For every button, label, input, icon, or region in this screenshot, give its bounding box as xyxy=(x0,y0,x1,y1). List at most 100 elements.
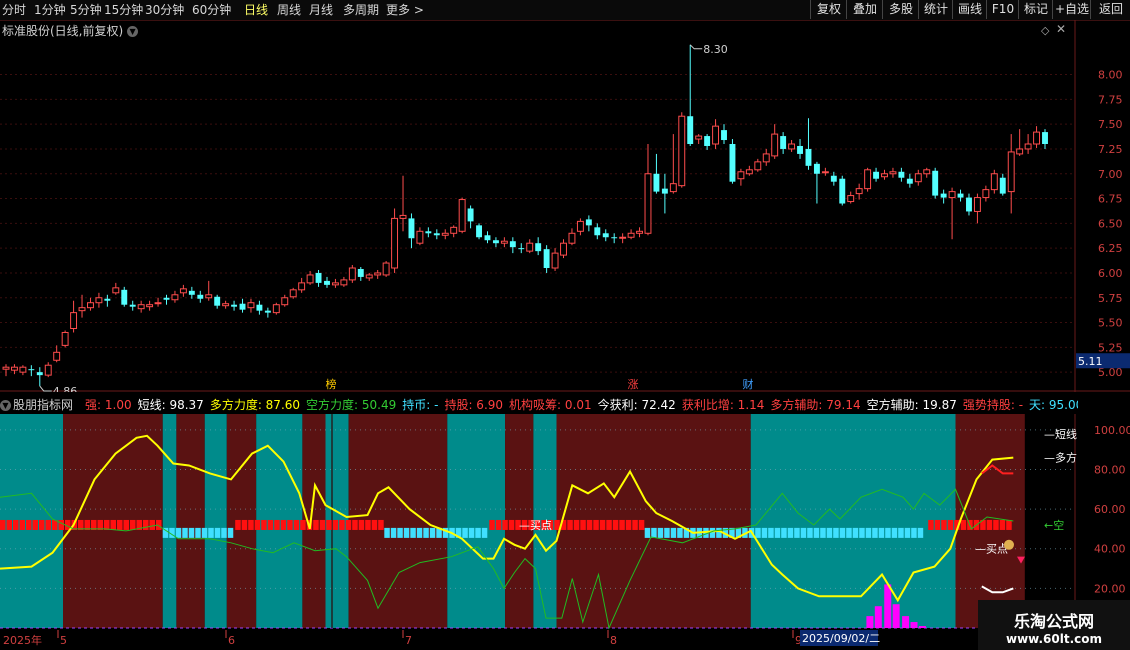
period-tab-1[interactable]: 1分钟 xyxy=(34,0,66,20)
candle-body xyxy=(348,267,356,281)
period-tab-2[interactable]: 5分钟 xyxy=(70,0,102,20)
period-tab-0[interactable]: 分时 xyxy=(2,0,26,20)
signal-block-red xyxy=(508,519,515,530)
candle-body xyxy=(560,242,567,256)
candle-body xyxy=(669,183,677,193)
signal-block-red xyxy=(267,519,274,530)
candle-body xyxy=(973,197,981,212)
indicator-item-11: 强势持股: - xyxy=(962,398,1024,412)
candle-body xyxy=(154,302,162,305)
signal-block-red xyxy=(625,519,632,530)
signal-block-cyan xyxy=(761,527,768,538)
period-tab-7[interactable]: 周线 xyxy=(277,0,301,20)
toolbar-button-5[interactable]: F10 xyxy=(986,0,1019,19)
candle-body xyxy=(966,197,972,212)
brand-line1: 乐淘公式网 xyxy=(1013,612,1094,631)
candle-body xyxy=(712,125,720,145)
signal-block-red xyxy=(13,519,19,530)
period-tab-8[interactable]: 月线 xyxy=(309,0,333,20)
period-tab-4[interactable]: 30分钟 xyxy=(145,0,184,20)
signal-block-cyan xyxy=(774,527,781,538)
candle-body xyxy=(197,294,204,299)
toolbar-button-1[interactable]: 叠加 xyxy=(846,0,883,19)
indicator-item-2: 多方力度: 87.60 xyxy=(209,398,301,412)
signal-block-red xyxy=(358,519,365,530)
indicator-toggle-icon[interactable]: ▼ xyxy=(0,400,11,411)
candle-body xyxy=(44,364,52,376)
candle-body xyxy=(425,231,432,234)
candle-body xyxy=(104,298,111,301)
signal-block-red xyxy=(612,519,619,530)
signal-block-cyan xyxy=(852,527,859,538)
indicator-item-8: 获利比增: 1.14 xyxy=(681,398,765,412)
signal-block-red xyxy=(143,519,149,530)
signal-block-red xyxy=(638,519,645,530)
candle-body xyxy=(729,144,736,182)
signal-block-red xyxy=(241,519,248,530)
zone-teal xyxy=(204,414,227,628)
candle-body xyxy=(492,240,499,244)
signal-block-cyan xyxy=(429,527,436,538)
candle-body xyxy=(214,296,221,306)
candle-body xyxy=(864,169,872,190)
signal-block-cyan xyxy=(677,527,683,538)
candle-body xyxy=(179,288,187,294)
brand-watermark: 乐淘公式网 www.60lt.com xyxy=(978,600,1130,650)
candle-body xyxy=(889,171,897,175)
toolbar-button-7[interactable]: +自选 xyxy=(1052,0,1091,19)
toolbar-button-8[interactable]: 返回 xyxy=(1090,0,1130,19)
period-tab-6[interactable]: 日线 xyxy=(244,0,268,20)
toolbar-button-0[interactable]: 复权 xyxy=(810,0,847,19)
signal-block-red xyxy=(117,519,123,530)
toolbar-button-6[interactable]: 标记 xyxy=(1018,0,1053,19)
candle-body xyxy=(467,208,474,222)
period-tab-3[interactable]: 15分钟 xyxy=(104,0,143,20)
candle-body xyxy=(576,220,584,232)
y-tick-label: 80.00 xyxy=(1094,463,1126,476)
candle-body xyxy=(272,304,280,314)
candle-body xyxy=(644,173,652,234)
signal-block-red xyxy=(619,519,625,530)
signal-block-cyan xyxy=(208,527,214,538)
period-tab-5[interactable]: 60分钟 xyxy=(192,0,231,20)
y-tick-label: 7.75 xyxy=(1098,93,1123,106)
long-side-label: —多方 xyxy=(1044,451,1077,465)
signal-block-cyan xyxy=(716,527,722,538)
signal-block-red xyxy=(261,519,267,530)
period-tab-9[interactable]: 多周期 xyxy=(343,0,379,20)
money-bag-icon xyxy=(1004,539,1014,550)
signal-block-red xyxy=(934,519,941,530)
period-tab-10[interactable]: 更多 > xyxy=(386,0,424,20)
candle-body xyxy=(357,268,364,277)
signal-block-red xyxy=(365,519,371,530)
signal-block-red xyxy=(0,519,6,530)
candle-body xyxy=(914,173,922,183)
y-tick-label: 7.25 xyxy=(1098,143,1123,156)
candle-body xyxy=(551,252,559,269)
signal-block-cyan xyxy=(859,527,865,538)
candle-body xyxy=(602,233,609,238)
candle-body xyxy=(932,170,939,196)
toolbar-button-3[interactable]: 统计 xyxy=(918,0,953,19)
candle-body xyxy=(568,232,576,244)
toolbar-button-4[interactable]: 画线 xyxy=(952,0,987,19)
date-axis: 2025年 5 6 7 8 9 2025/09/02/二 xyxy=(0,630,1130,650)
signal-block-red xyxy=(332,519,339,530)
y-tick-label: 8.00 xyxy=(1098,69,1123,82)
indicator-item-6: 机构吸筹: 0.01 xyxy=(509,398,592,412)
candlestick-chart: 5.005.255.505.756.006.256.506.757.007.25… xyxy=(0,20,1130,392)
signal-block-cyan xyxy=(826,527,833,538)
candle-body xyxy=(509,241,516,248)
indicator-item-1: 短线: 98.37 xyxy=(137,398,204,412)
volume-bar xyxy=(874,606,882,628)
candle-body xyxy=(611,237,618,239)
candle-body xyxy=(500,240,508,244)
y-tick-label: 7.50 xyxy=(1098,118,1123,131)
candle-body xyxy=(898,171,905,178)
toolbar-button-2[interactable]: 多股 xyxy=(882,0,919,19)
candle-body xyxy=(112,287,120,294)
signal-block-red xyxy=(26,519,32,530)
signal-block-cyan xyxy=(755,527,761,538)
signal-block-red xyxy=(1006,519,1012,530)
candle-body xyxy=(788,143,796,150)
